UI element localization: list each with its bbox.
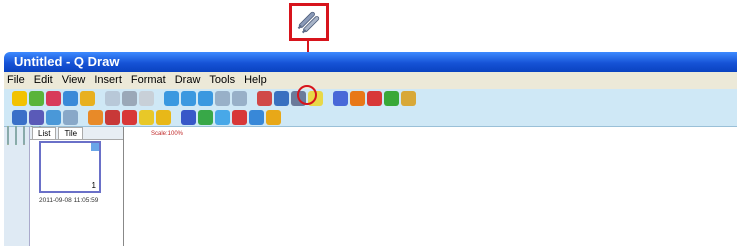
eraser-icon[interactable] (122, 110, 137, 125)
left-toolbar (4, 126, 41, 246)
tools-icon[interactable] (401, 91, 416, 106)
callout-highlight-ring (297, 85, 317, 105)
page-date: 2011-09-08 11:05:59 (39, 197, 99, 204)
print-icon[interactable] (80, 91, 95, 106)
tab-tile[interactable]: Tile (58, 127, 84, 139)
star-icon[interactable] (156, 110, 171, 125)
callout-zoomed-icon (289, 3, 329, 41)
bar-icon[interactable] (249, 110, 264, 125)
page-icon[interactable] (7, 126, 9, 145)
puzzle-icon[interactable] (384, 91, 399, 106)
zoom-out-icon[interactable] (181, 91, 196, 106)
menu-draw[interactable]: Draw (174, 72, 202, 89)
shape-icon[interactable] (198, 110, 213, 125)
page-number: 1 (91, 181, 96, 190)
panel-tabs: List Tile (30, 127, 123, 140)
palette-icon[interactable] (350, 91, 365, 106)
zoom-icon[interactable] (198, 91, 213, 106)
paste-icon[interactable] (139, 91, 154, 106)
fill-icon[interactable] (63, 110, 78, 125)
toolbar-row-1 (4, 89, 737, 108)
marker-icon[interactable] (88, 110, 103, 125)
highlighter-icon[interactable] (105, 110, 120, 125)
window-title: Untitled - Q Draw (4, 52, 737, 72)
ball-icon[interactable] (367, 91, 382, 106)
screen-icon[interactable] (274, 91, 289, 106)
green-page-icon[interactable] (15, 126, 17, 145)
chart-icon[interactable] (215, 110, 230, 125)
menu-insert[interactable]: Insert (93, 72, 123, 89)
page-panel: List Tile 1 2011-09-08 11:05:59 (30, 127, 124, 246)
drawing-canvas[interactable]: Scale:100% (125, 127, 737, 246)
menu-file[interactable]: File (6, 72, 26, 89)
app-window: Untitled - Q Draw File Edit View Insert … (4, 52, 737, 246)
save-icon[interactable] (46, 91, 61, 106)
book-icon[interactable] (333, 91, 348, 106)
menu-view[interactable]: View (61, 72, 87, 89)
workspace: List Tile 1 2011-09-08 11:05:59 Scale:10… (4, 126, 737, 246)
menu-tools[interactable]: Tools (208, 72, 236, 89)
pointer-icon[interactable] (181, 110, 196, 125)
menu-format[interactable]: Format (130, 72, 167, 89)
select-icon[interactable] (12, 110, 27, 125)
menu-bar: File Edit View Insert Format Draw Tools … (4, 72, 737, 89)
menu-edit[interactable]: Edit (33, 72, 54, 89)
screenshot: Untitled - Q Draw File Edit View Insert … (0, 0, 737, 246)
new-icon[interactable] (12, 91, 27, 106)
thumbnail-corner-icon (91, 143, 99, 151)
menu-help[interactable]: Help (243, 72, 268, 89)
page-thumbnail[interactable]: 1 (39, 141, 101, 193)
stamp-icon[interactable] (266, 110, 281, 125)
image-icon[interactable] (257, 91, 272, 106)
brush-icon[interactable] (46, 110, 61, 125)
toolbar-row-2 (4, 108, 737, 127)
pencil-icon[interactable] (29, 110, 44, 125)
redo-icon[interactable] (232, 91, 247, 106)
shapes-icon[interactable] (23, 126, 25, 145)
cut-icon[interactable] (122, 91, 137, 106)
pen-tool-icon (297, 11, 320, 34)
open-icon[interactable] (29, 91, 44, 106)
zoom-in-icon[interactable] (164, 91, 179, 106)
line-icon[interactable] (139, 110, 154, 125)
table-icon[interactable] (232, 110, 247, 125)
toolbars (4, 89, 737, 127)
save-as-icon[interactable] (63, 91, 78, 106)
scale-label: Scale:100% (151, 131, 184, 137)
undo-icon[interactable] (215, 91, 230, 106)
copy-icon[interactable] (105, 91, 120, 106)
tab-list[interactable]: List (32, 127, 57, 139)
